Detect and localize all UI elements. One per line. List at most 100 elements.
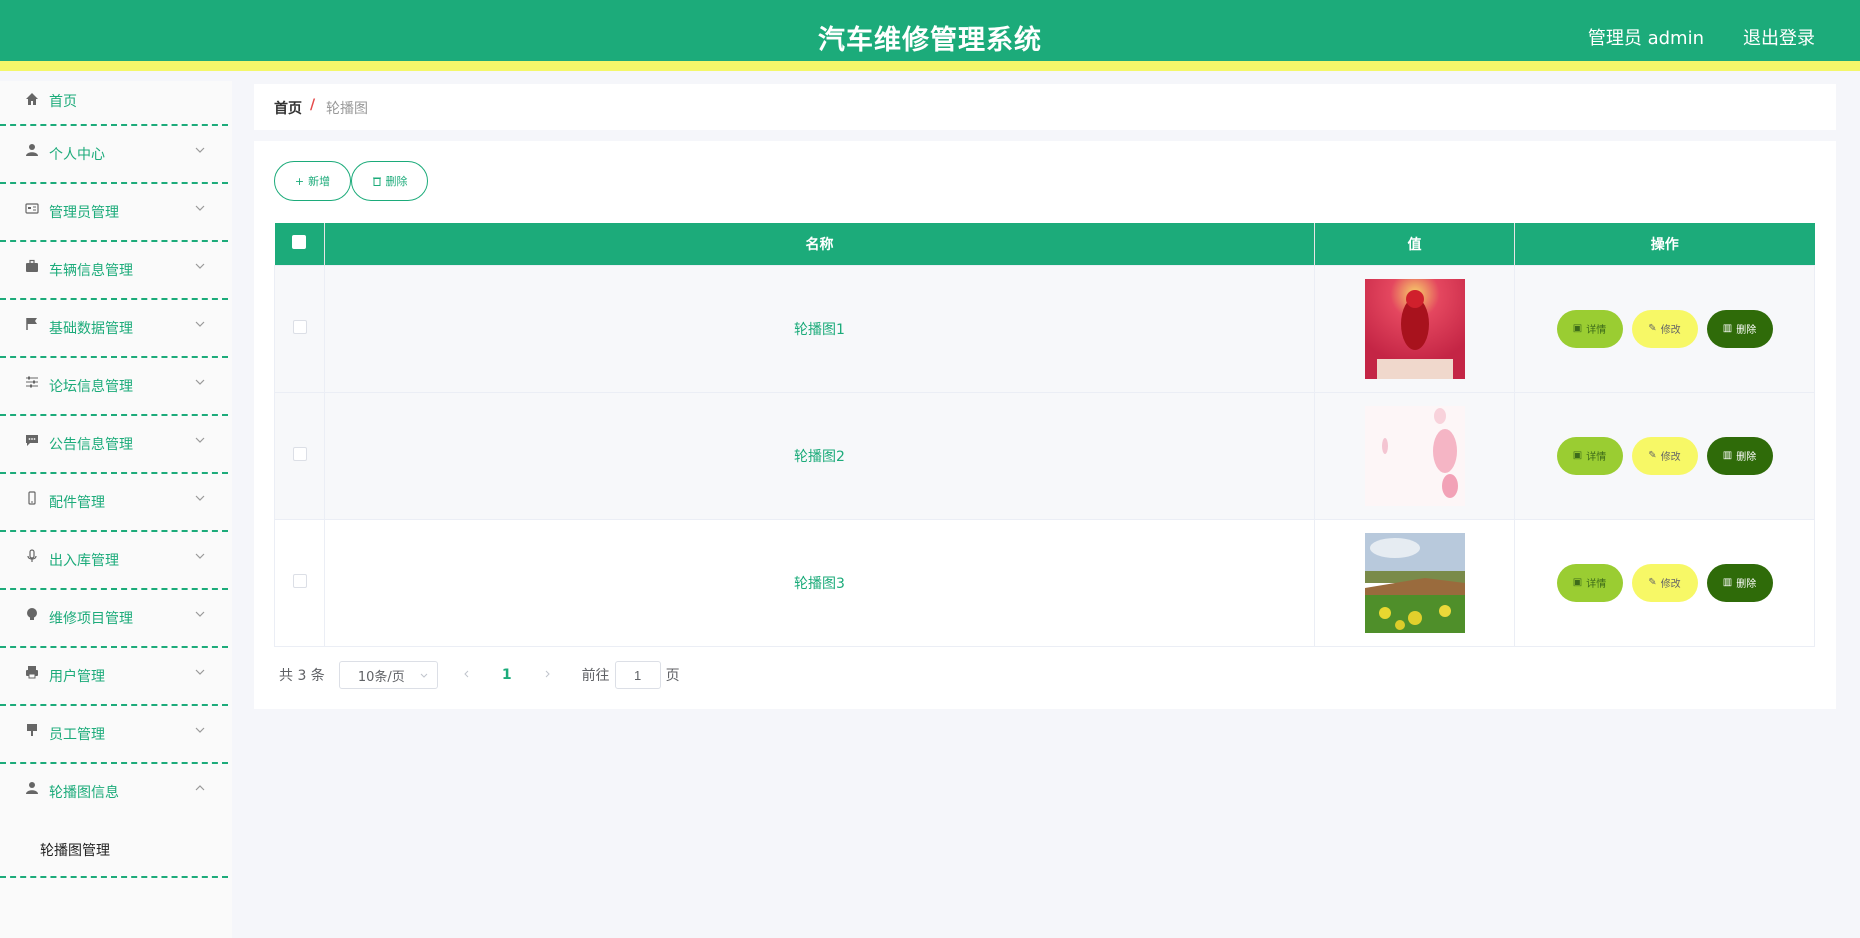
breadcrumb-home[interactable]: 首页 — [274, 98, 302, 118]
breadcrumb-separator: / — [310, 97, 316, 113]
chevron-down-icon — [195, 611, 205, 617]
sliders-icon — [24, 374, 40, 390]
row-checkbox[interactable] — [292, 319, 307, 334]
chevron-down-icon — [195, 669, 205, 675]
row-name: 轮播图1 — [324, 264, 1315, 393]
id-card-icon — [24, 200, 40, 216]
row-checkbox[interactable] — [292, 446, 307, 461]
sidebar-item-staff[interactable]: 员工管理 — [0, 706, 228, 764]
sidebar-item-label: 个人中心 — [49, 147, 105, 163]
row-image-cell — [1314, 391, 1515, 520]
page-number-active[interactable]: 1 — [502, 667, 512, 683]
sidebar-item-admin-management[interactable]: 管理员管理 — [0, 184, 228, 242]
column-actions: 操作 — [1514, 223, 1815, 265]
delete-button-label: 删除 — [385, 175, 408, 188]
sidebar-item-label: 轮播图信息 — [49, 785, 119, 801]
edit-button[interactable]: ✎ 修改 — [1631, 436, 1698, 475]
batch-delete-button[interactable]: 删除 — [351, 161, 428, 201]
column-value: 值 — [1314, 223, 1515, 265]
row-image-cell — [1314, 518, 1515, 647]
sidebar-item-parts[interactable]: 配件管理 — [0, 474, 228, 532]
delete-button-label: 删除 — [1736, 579, 1757, 590]
trash-icon: ▥ — [1722, 450, 1733, 461]
chevron-left-icon — [464, 670, 469, 678]
sidebar-item-label: 公告信息管理 — [49, 437, 133, 453]
carousel-image-thumbnail[interactable] — [1364, 278, 1465, 379]
sidebar-item-announcement[interactable]: 公告信息管理 — [0, 416, 228, 474]
user-icon — [24, 142, 40, 158]
app-title: 汽车维修管理系统 — [818, 25, 1042, 56]
top-header: 汽车维修管理系统 管理员 admin 退出登录 — [0, 0, 1860, 71]
row-actions-cell: ▣ 详情 ✎ 修改 ▥ 删除 — [1514, 518, 1815, 647]
row-image-cell — [1314, 264, 1515, 393]
chat-icon — [24, 432, 40, 448]
chevron-down-icon — [195, 495, 205, 501]
row-checkbox[interactable] — [292, 573, 307, 588]
chevron-right-icon — [545, 670, 550, 678]
sidebar-item-inventory[interactable]: 出入库管理 — [0, 532, 228, 590]
plus-icon: + — [294, 174, 305, 188]
pagination: 共 3 条 10条/页 1 前往 页 — [274, 661, 680, 689]
bulb-icon — [24, 606, 40, 622]
detail-button[interactable]: ▣ 详情 — [1556, 309, 1623, 348]
sidebar-item-label: 配件管理 — [49, 495, 105, 511]
sidebar-item-label: 管理员管理 — [49, 205, 119, 221]
detail-button-label: 详情 — [1586, 452, 1607, 463]
page-unit-label: 页 — [665, 668, 680, 684]
goto-page-input[interactable] — [614, 661, 661, 689]
phone-icon — [24, 490, 40, 506]
edit-button[interactable]: ✎ 修改 — [1631, 563, 1698, 602]
goto-label: 前往 — [581, 668, 610, 684]
row-select-cell — [274, 391, 325, 520]
next-page-button[interactable] — [542, 667, 556, 683]
delete-button[interactable]: ▥ 删除 — [1706, 563, 1773, 602]
sidebar-item-vehicle-management[interactable]: 车辆信息管理 — [0, 242, 228, 300]
edit-button-label: 修改 — [1660, 452, 1681, 463]
sidebar-item-users[interactable]: 用户管理 — [0, 648, 228, 706]
edit-button[interactable]: ✎ 修改 — [1631, 309, 1698, 348]
select-all-checkbox[interactable] — [292, 234, 307, 249]
logout-link[interactable]: 退出登录 — [1743, 24, 1815, 50]
sidebar: 首页 个人中心 管理员管理 车辆信息管理 基础数据管理 论坛信息管理 公告信息管… — [0, 81, 232, 938]
sidebar-subitem-carousel-management[interactable]: 轮播图管理 — [0, 822, 228, 878]
sidebar-item-label: 论坛信息管理 — [49, 379, 133, 395]
sidebar-item-label: 出入库管理 — [49, 553, 119, 569]
row-name: 轮播图2 — [324, 391, 1315, 520]
chevron-down-icon — [195, 263, 205, 269]
sidebar-item-forum[interactable]: 论坛信息管理 — [0, 358, 228, 416]
home-icon — [24, 91, 40, 107]
chevron-down-icon — [195, 321, 205, 327]
table-header-row: 名称 值 操作 — [274, 223, 1815, 265]
sidebar-item-label: 维修项目管理 — [49, 611, 133, 627]
page-size-select[interactable]: 10条/页 — [338, 661, 438, 689]
sidebar-item-basic-data[interactable]: 基础数据管理 — [0, 300, 228, 358]
trash-icon — [372, 177, 381, 186]
sidebar-subitem-label: 轮播图管理 — [40, 843, 110, 859]
detail-button-label: 详情 — [1586, 579, 1607, 590]
sidebar-item-label: 基础数据管理 — [49, 321, 133, 337]
chevron-down-icon — [195, 553, 205, 559]
table-row: 轮播图1 ▣ 详情 ✎ 修改 ▥ 删除 — [274, 264, 1815, 393]
stamp-icon — [24, 722, 40, 738]
prev-page-button[interactable] — [462, 667, 476, 683]
carousel-image-thumbnail[interactable] — [1364, 405, 1465, 506]
detail-button[interactable]: ▣ 详情 — [1556, 563, 1623, 602]
chevron-down-icon — [195, 727, 205, 733]
row-actions-cell: ▣ 详情 ✎ 修改 ▥ 删除 — [1514, 264, 1815, 393]
sidebar-item-personal-center[interactable]: 个人中心 — [0, 126, 228, 184]
delete-button[interactable]: ▥ 删除 — [1706, 436, 1773, 475]
detail-button[interactable]: ▣ 详情 — [1556, 436, 1623, 475]
delete-button[interactable]: ▥ 删除 — [1706, 309, 1773, 348]
microphone-icon — [24, 548, 40, 564]
trash-icon: ▥ — [1722, 323, 1733, 334]
table-row: 轮播图3 ▣ 详情 ✎ 修改 ▥ 删除 — [274, 518, 1815, 647]
sidebar-item-repair-projects[interactable]: 维修项目管理 — [0, 590, 228, 648]
chevron-down-icon — [195, 437, 205, 443]
sidebar-item-home[interactable]: 首页 — [0, 81, 228, 126]
sidebar-item-label: 用户管理 — [49, 669, 105, 685]
sidebar-item-carousel-info[interactable]: 轮播图信息 — [0, 764, 228, 822]
pagination-total: 共 3 条 — [279, 668, 325, 684]
add-button[interactable]: + 新增 — [274, 161, 351, 201]
row-name: 轮播图3 — [324, 518, 1315, 647]
carousel-image-thumbnail[interactable] — [1364, 532, 1465, 633]
